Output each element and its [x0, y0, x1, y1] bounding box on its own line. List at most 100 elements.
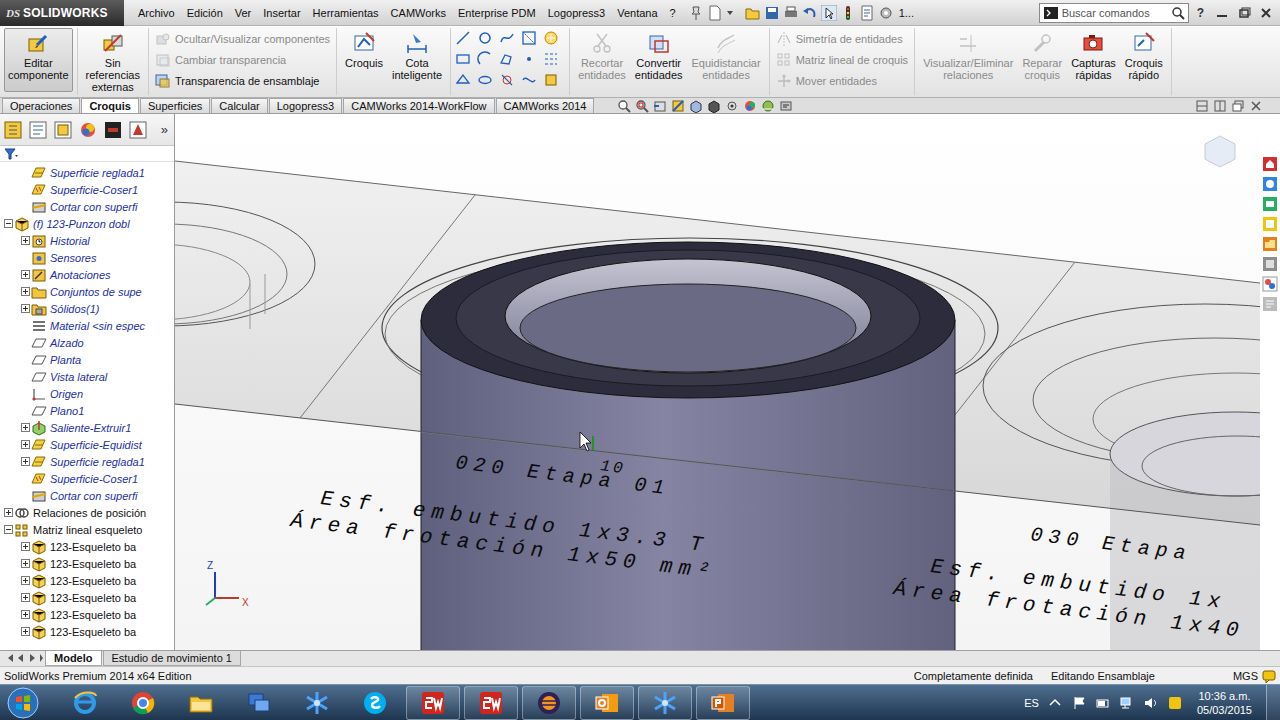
close-view-icon[interactable] [1250, 100, 1262, 112]
tree-item[interactable]: Superficie reglada1 [0, 164, 174, 181]
minimize-icon[interactable] [1212, 5, 1232, 21]
battery-icon[interactable] [1095, 695, 1111, 711]
tree-item[interactable]: Superficie reglada1 [0, 453, 174, 470]
ribbon-button[interactable]: Cota inteligente [388, 28, 446, 92]
taskbar-app[interactable] [406, 686, 460, 720]
tree-item[interactable]: Cortar con superfi [0, 198, 174, 215]
expand-icon[interactable] [21, 457, 30, 466]
units-button[interactable]: MGS [1233, 670, 1258, 682]
expand-icon[interactable] [21, 423, 30, 432]
taskbar-app[interactable] [638, 686, 692, 720]
start-button[interactable] [0, 685, 46, 720]
taskbar-app[interactable] [58, 686, 112, 720]
appearances-icon[interactable] [1262, 256, 1278, 272]
tree-item[interactable]: Plano1 [0, 402, 174, 419]
collapse-icon[interactable] [4, 525, 13, 534]
print-icon[interactable] [783, 5, 799, 21]
tree-item[interactable]: 123-Esqueleto ba [0, 572, 174, 589]
collapse-icon[interactable] [4, 219, 13, 228]
ribbon-button[interactable]: Transparencia de ensamblaje [153, 72, 332, 90]
expand-icon[interactable] [21, 610, 30, 619]
menu-item[interactable]: Ver [229, 1, 258, 25]
options-icon[interactable] [878, 5, 894, 21]
zoom-area-icon[interactable] [635, 99, 649, 113]
restore-icon[interactable] [1234, 5, 1254, 21]
model-view[interactable]: 10020 Etapa 01Esf. embutido 1x3.3 TÁrea … [175, 114, 1260, 650]
save-icon[interactable] [764, 5, 780, 21]
close-icon[interactable] [1256, 5, 1276, 21]
property-manager-icon[interactable] [28, 120, 48, 140]
tree-item[interactable]: 123-Esqueleto ba [0, 606, 174, 623]
split-icon[interactable] [1214, 100, 1226, 112]
zoom-to-fit-icon[interactable] [617, 99, 631, 113]
ribbon-button[interactable]: Cambiar transparencia [153, 51, 332, 69]
tree-item[interactable]: Historial [0, 232, 174, 249]
sketch-tool-icon[interactable] [499, 72, 515, 88]
show-hidden-icon[interactable] [1047, 695, 1063, 711]
tree-item[interactable]: Superficie-Coser1 [0, 181, 174, 198]
tree-item[interactable]: 123-Esqueleto ba [0, 538, 174, 555]
restore-view-icon[interactable] [1232, 100, 1244, 112]
app-tray-icon[interactable] [1167, 695, 1183, 711]
sketch-tool-icon[interactable] [455, 72, 471, 88]
sketch-tool-icon[interactable] [521, 30, 537, 46]
taskbar-app[interactable] [116, 686, 170, 720]
sketch-tool-icon[interactable] [455, 30, 471, 46]
display-manager-icon[interactable] [78, 120, 98, 140]
taskbar-app[interactable] [580, 686, 634, 720]
rebuild-icon[interactable] [840, 5, 856, 21]
tree-filter[interactable] [0, 146, 174, 162]
magnifier-icon[interactable] [1171, 6, 1185, 20]
taskbar-app[interactable] [522, 686, 576, 720]
solidworks-resources-icon[interactable] [1262, 156, 1278, 172]
model-tab[interactable]: Modelo [45, 651, 102, 666]
tree-item[interactable]: Superficie-Equidist [0, 436, 174, 453]
tree-item[interactable]: 123-Esqueleto ba [0, 589, 174, 606]
menu-item[interactable]: Insertar [257, 1, 306, 25]
search-input[interactable] [1062, 7, 1168, 19]
command-search[interactable] [1039, 3, 1189, 23]
language-indicator[interactable]: ES [1024, 697, 1039, 709]
sketch-tool-icon[interactable] [477, 72, 493, 88]
taskbar-app[interactable] [348, 686, 402, 720]
view-orientation-icon[interactable] [689, 99, 703, 113]
expand-icon[interactable] [21, 576, 30, 585]
tree-item[interactable]: Sensores [0, 249, 174, 266]
command-tab[interactable]: Operaciones [2, 98, 80, 113]
apply-scene-icon[interactable] [761, 99, 775, 113]
edit-appearance-icon[interactable] [743, 99, 757, 113]
model-annotation[interactable]: 020 Etapa 01 [454, 451, 671, 500]
quick-access-overflow[interactable]: 1... [897, 7, 916, 19]
taskbar-app[interactable] [696, 686, 750, 720]
expand-icon[interactable] [21, 270, 30, 279]
ribbon-button[interactable]: Croquis [341, 28, 387, 92]
sketch-tool-icon[interactable] [521, 72, 537, 88]
model-annotation[interactable]: 030 Etapa [1029, 523, 1193, 566]
new-document-icon[interactable] [707, 5, 723, 21]
menu-item[interactable]: Ventana [611, 1, 663, 25]
sketch-tool-icon[interactable] [499, 30, 515, 46]
tree-item[interactable]: Saliente-Extruir1 [0, 419, 174, 436]
model-annotation[interactable]: Área frotación 1x50 mm² [287, 509, 716, 584]
open-folder-icon[interactable] [745, 5, 761, 21]
expand-icon[interactable] [21, 440, 30, 449]
feature-tree-icon[interactable] [3, 120, 23, 140]
dropdown-icon[interactable] [726, 5, 742, 21]
sketch-tool-icon[interactable] [543, 30, 559, 46]
taskbar-app[interactable] [232, 686, 286, 720]
ribbon-button[interactable]: Croquis rápido [1121, 28, 1167, 92]
expand-icon[interactable] [21, 627, 30, 636]
sketch-tool-icon[interactable] [543, 51, 559, 67]
taskbar-app[interactable] [464, 686, 518, 720]
ribbon-button[interactable]: Matriz lineal de croquis [774, 51, 911, 69]
menu-item[interactable]: Enterprise PDM [452, 1, 542, 25]
command-tab[interactable]: Calcular [211, 98, 267, 113]
ribbon-button[interactable]: Sin referencias externas [82, 28, 144, 96]
menu-item[interactable]: Archivo [132, 1, 181, 25]
pushpin-icon[interactable] [688, 5, 704, 21]
section-view-icon[interactable] [671, 99, 685, 113]
sketch-tool-icon[interactable] [521, 51, 537, 67]
undo-icon[interactable] [802, 5, 818, 21]
expand-icon[interactable] [21, 287, 30, 296]
configuration-manager-icon[interactable] [53, 120, 73, 140]
